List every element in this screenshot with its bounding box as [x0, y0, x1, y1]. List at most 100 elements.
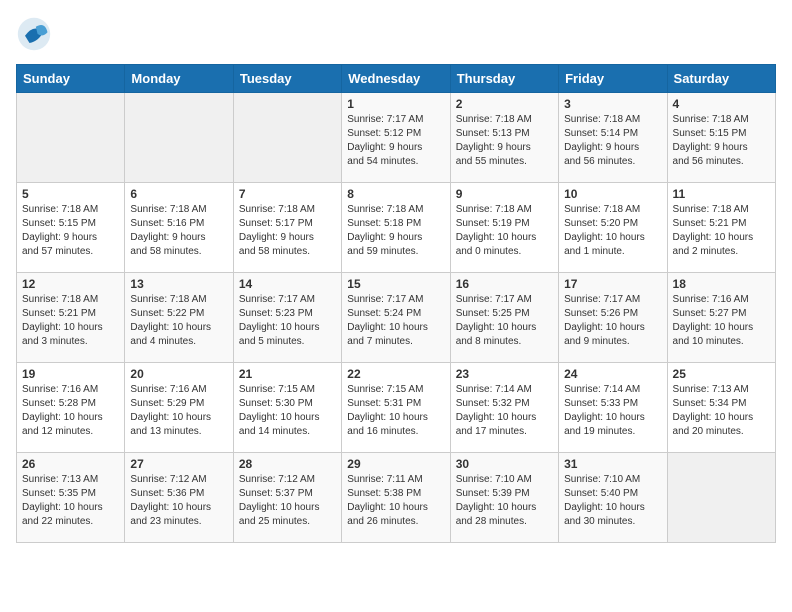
calendar-cell: 24 Sunrise: 7:14 AMSunset: 5:33 PMDayligh… — [559, 363, 667, 453]
day-info: Sunrise: 7:10 AMSunset: 5:40 PMDaylight:… — [564, 473, 661, 529]
calendar-cell: 14 Sunrise: 7:17 AMSunset: 5:23 PMDayligh… — [233, 273, 341, 363]
day-info: Sunrise: 7:17 AMSunset: 5:24 PMDaylight:… — [347, 293, 444, 349]
calendar-cell: 27 Sunrise: 7:12 AMSunset: 5:36 PMDayligh… — [125, 453, 233, 543]
calendar-cell: 31 Sunrise: 7:10 AMSunset: 5:40 PMDayligh… — [559, 453, 667, 543]
day-info: Sunrise: 7:13 AMSunset: 5:35 PMDaylight:… — [22, 473, 119, 529]
weekday-header-tuesday: Tuesday — [233, 65, 341, 93]
weekday-header-monday: Monday — [125, 65, 233, 93]
day-info: Sunrise: 7:18 AMSunset: 5:15 PMDaylight:… — [673, 113, 770, 169]
day-number: 29 — [347, 457, 444, 471]
weekday-header-row: SundayMondayTuesdayWednesdayThursdayFrid… — [17, 65, 776, 93]
calendar-cell: 3Sunrise: 7:18 AMSunset: 5:14 PMDaylight… — [559, 93, 667, 183]
day-number: 18 — [673, 277, 770, 291]
day-number: 21 — [239, 367, 336, 381]
calendar-table: SundayMondayTuesdayWednesdayThursdayFrid… — [16, 64, 776, 543]
weekday-header-thursday: Thursday — [450, 65, 558, 93]
calendar-cell: 10 Sunrise: 7:18 AMSunset: 5:20 PMDayligh… — [559, 183, 667, 273]
logo-icon — [16, 16, 52, 52]
calendar-cell — [17, 93, 125, 183]
calendar-week-row: 1 Sunrise: 7:17 AMSunset: 5:12 PMDaylight… — [17, 93, 776, 183]
day-number: 14 — [239, 277, 336, 291]
day-number: 27 — [130, 457, 227, 471]
day-number: 10 — [564, 187, 661, 201]
calendar-cell: 30Sunrise: 7:10 AMSunset: 5:39 PMDayligh… — [450, 453, 558, 543]
day-info: Sunrise: 7:18 AMSunset: 5:21 PMDaylight:… — [22, 293, 119, 349]
calendar-cell: 6Sunrise: 7:18 AMSunset: 5:16 PMDaylight… — [125, 183, 233, 273]
calendar-cell: 17Sunrise: 7:17 AMSunset: 5:26 PMDayligh… — [559, 273, 667, 363]
day-info: Sunrise: 7:18 AMSunset: 5:18 PMDaylight:… — [347, 203, 444, 259]
calendar-cell: 16 Sunrise: 7:17 AMSunset: 5:25 PMDayligh… — [450, 273, 558, 363]
calendar-cell: 4Sunrise: 7:18 AMSunset: 5:15 PMDaylight… — [667, 93, 775, 183]
calendar-cell: 20 Sunrise: 7:16 AMSunset: 5:29 PMDayligh… — [125, 363, 233, 453]
day-number: 12 — [22, 277, 119, 291]
day-number: 7 — [239, 187, 336, 201]
day-info: Sunrise: 7:18 AMSunset: 5:16 PMDaylight:… — [130, 203, 227, 259]
calendar-cell: 18 Sunrise: 7:16 AMSunset: 5:27 PMDayligh… — [667, 273, 775, 363]
calendar-cell: 7Sunrise: 7:18 AMSunset: 5:17 PMDaylight… — [233, 183, 341, 273]
calendar-cell: 8 Sunrise: 7:18 AMSunset: 5:18 PMDaylight… — [342, 183, 450, 273]
day-number: 19 — [22, 367, 119, 381]
day-info: Sunrise: 7:12 AMSunset: 5:37 PMDaylight:… — [239, 473, 336, 529]
calendar-cell: 9Sunrise: 7:18 AMSunset: 5:19 PMDaylight… — [450, 183, 558, 273]
day-number: 28 — [239, 457, 336, 471]
day-number: 1 — [347, 97, 444, 111]
calendar-week-row: 26 Sunrise: 7:13 AMSunset: 5:35 PMDayligh… — [17, 453, 776, 543]
day-number: 31 — [564, 457, 661, 471]
day-info: Sunrise: 7:17 AMSunset: 5:26 PMDaylight:… — [564, 293, 661, 349]
day-info: Sunrise: 7:18 AMSunset: 5:20 PMDaylight:… — [564, 203, 661, 259]
day-number: 13 — [130, 277, 227, 291]
day-info: Sunrise: 7:10 AMSunset: 5:39 PMDaylight:… — [456, 473, 553, 529]
day-number: 5 — [22, 187, 119, 201]
day-info: Sunrise: 7:11 AMSunset: 5:38 PMDaylight:… — [347, 473, 444, 529]
day-info: Sunrise: 7:18 AMSunset: 5:15 PMDaylight:… — [22, 203, 119, 259]
day-info: Sunrise: 7:17 AMSunset: 5:23 PMDaylight:… — [239, 293, 336, 349]
day-info: Sunrise: 7:15 AMSunset: 5:30 PMDaylight:… — [239, 383, 336, 439]
day-number: 8 — [347, 187, 444, 201]
calendar-week-row: 12 Sunrise: 7:18 AMSunset: 5:21 PMDayligh… — [17, 273, 776, 363]
calendar-cell: 21 Sunrise: 7:15 AMSunset: 5:30 PMDayligh… — [233, 363, 341, 453]
calendar-cell: 26 Sunrise: 7:13 AMSunset: 5:35 PMDayligh… — [17, 453, 125, 543]
calendar-cell: 19Sunrise: 7:16 AMSunset: 5:28 PMDayligh… — [17, 363, 125, 453]
calendar-cell: 11 Sunrise: 7:18 AMSunset: 5:21 PMDayligh… — [667, 183, 775, 273]
day-info: Sunrise: 7:16 AMSunset: 5:29 PMDaylight:… — [130, 383, 227, 439]
day-number: 16 — [456, 277, 553, 291]
day-info: Sunrise: 7:17 AMSunset: 5:12 PMDaylight:… — [347, 113, 444, 169]
day-info: Sunrise: 7:15 AMSunset: 5:31 PMDaylight:… — [347, 383, 444, 439]
calendar-cell: 28 Sunrise: 7:12 AMSunset: 5:37 PMDayligh… — [233, 453, 341, 543]
day-number: 26 — [22, 457, 119, 471]
day-info: Sunrise: 7:14 AMSunset: 5:33 PMDaylight:… — [564, 383, 661, 439]
calendar-header: SundayMondayTuesdayWednesdayThursdayFrid… — [17, 65, 776, 93]
calendar-cell: 23 Sunrise: 7:14 AMSunset: 5:32 PMDayligh… — [450, 363, 558, 453]
day-number: 22 — [347, 367, 444, 381]
weekday-header-wednesday: Wednesday — [342, 65, 450, 93]
calendar-week-row: 5 Sunrise: 7:18 AMSunset: 5:15 PMDaylight… — [17, 183, 776, 273]
calendar-cell: 12 Sunrise: 7:18 AMSunset: 5:21 PMDayligh… — [17, 273, 125, 363]
calendar-week-row: 19Sunrise: 7:16 AMSunset: 5:28 PMDayligh… — [17, 363, 776, 453]
calendar-cell: 15Sunrise: 7:17 AMSunset: 5:24 PMDayligh… — [342, 273, 450, 363]
day-number: 20 — [130, 367, 227, 381]
day-number: 25 — [673, 367, 770, 381]
day-info: Sunrise: 7:16 AMSunset: 5:27 PMDaylight:… — [673, 293, 770, 349]
calendar-cell — [125, 93, 233, 183]
calendar-cell: 25 Sunrise: 7:13 AMSunset: 5:34 PMDayligh… — [667, 363, 775, 453]
calendar-cell: 22 Sunrise: 7:15 AMSunset: 5:31 PMDayligh… — [342, 363, 450, 453]
day-info: Sunrise: 7:18 AMSunset: 5:13 PMDaylight:… — [456, 113, 553, 169]
page-header — [16, 16, 776, 52]
day-info: Sunrise: 7:18 AMSunset: 5:21 PMDaylight:… — [673, 203, 770, 259]
day-number: 23 — [456, 367, 553, 381]
day-number: 2 — [456, 97, 553, 111]
weekday-header-friday: Friday — [559, 65, 667, 93]
calendar-cell: 5 Sunrise: 7:18 AMSunset: 5:15 PMDaylight… — [17, 183, 125, 273]
calendar-cell: 2 Sunrise: 7:18 AMSunset: 5:13 PMDaylight… — [450, 93, 558, 183]
day-number: 24 — [564, 367, 661, 381]
day-info: Sunrise: 7:13 AMSunset: 5:34 PMDaylight:… — [673, 383, 770, 439]
day-info: Sunrise: 7:14 AMSunset: 5:32 PMDaylight:… — [456, 383, 553, 439]
calendar-body: 1 Sunrise: 7:17 AMSunset: 5:12 PMDaylight… — [17, 93, 776, 543]
day-info: Sunrise: 7:18 AMSunset: 5:14 PMDaylight:… — [564, 113, 661, 169]
weekday-header-saturday: Saturday — [667, 65, 775, 93]
day-info: Sunrise: 7:17 AMSunset: 5:25 PMDaylight:… — [456, 293, 553, 349]
day-number: 11 — [673, 187, 770, 201]
day-info: Sunrise: 7:18 AMSunset: 5:22 PMDaylight:… — [130, 293, 227, 349]
calendar-cell: 1 Sunrise: 7:17 AMSunset: 5:12 PMDaylight… — [342, 93, 450, 183]
day-info: Sunrise: 7:12 AMSunset: 5:36 PMDaylight:… — [130, 473, 227, 529]
